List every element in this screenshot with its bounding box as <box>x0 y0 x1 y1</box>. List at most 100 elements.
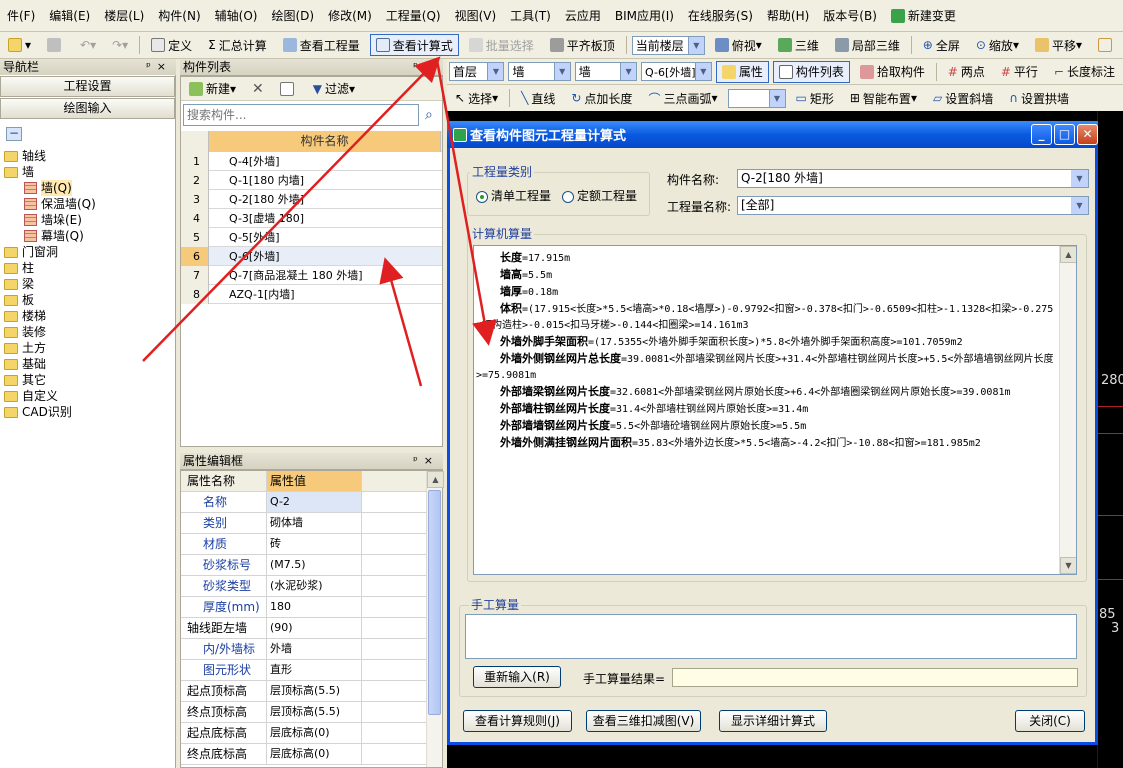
property-value[interactable]: 砖 <box>267 534 362 554</box>
parallel-button[interactable]: # 平行 <box>995 61 1044 83</box>
fullscreen-button[interactable]: ⊕ 全屏 <box>917 34 966 56</box>
panel-controls[interactable]: ᵖ× <box>146 59 176 75</box>
menu-file[interactable]: 件(F) <box>0 0 42 31</box>
search-icon[interactable]: ⌕ <box>425 107 433 123</box>
property-value[interactable]: (90) <box>267 618 362 638</box>
nav-tree-item[interactable]: 装修 <box>0 324 175 340</box>
column-header-name[interactable]: 构件名称 <box>209 130 441 152</box>
property-value[interactable]: 180 <box>267 597 362 617</box>
rotate-button[interactable] <box>1092 34 1121 56</box>
menu-cloud[interactable]: 云应用 <box>558 0 608 31</box>
nav-tree-item[interactable]: 门窗洞 <box>0 244 175 260</box>
property-value[interactable]: 外墙 <box>267 639 362 659</box>
open-button[interactable]: ▾ <box>2 34 37 56</box>
arc-button[interactable]: ⌒ 三点画弧 ▾ <box>642 87 723 109</box>
nav-tree-item[interactable]: 幕墙(Q) <box>0 228 175 244</box>
property-row[interactable]: 类别 砌体墙 <box>181 513 442 534</box>
nav-tree-item[interactable]: 墙 <box>0 164 175 180</box>
nav-tree-item[interactable]: 墙垛(E) <box>0 212 175 228</box>
property-value[interactable]: 层底标高(0) <box>267 744 362 764</box>
property-row[interactable]: 终点顶标高 层顶标高(5.5) <box>181 702 442 723</box>
property-value[interactable]: 砌体墙 <box>267 513 362 533</box>
length-label-button[interactable]: ⌐ 长度标注 <box>1048 61 1121 83</box>
property-value[interactable]: (M7.5) <box>267 555 362 575</box>
panel-controls[interactable]: ᵖ× <box>413 453 443 469</box>
drawing-input-button[interactable]: 绘图输入 <box>0 98 175 119</box>
property-row[interactable]: 图元形状 直形 <box>181 660 442 681</box>
nav-tree-item[interactable]: 梁 <box>0 276 175 292</box>
type-select[interactable]: 墙 ▼ <box>574 62 638 81</box>
pan-button[interactable]: 平移 ▾ <box>1029 34 1088 56</box>
table-row[interactable]: 8 AZQ-1[内墙] <box>181 284 442 304</box>
menu-quantity[interactable]: 工程量(Q) <box>379 0 448 31</box>
view-rules-button[interactable]: 查看计算规则(J) <box>463 710 572 732</box>
component-list-button[interactable]: 构件列表 <box>772 60 850 83</box>
property-row[interactable]: 内/外墙标 外墙 <box>181 639 442 660</box>
property-row[interactable]: 厚度(mm) 180 <box>181 597 442 618</box>
delete-component-button[interactable]: ✕ <box>246 78 270 100</box>
arch-wall-button[interactable]: ∩ 设置拱墙 <box>1003 87 1075 109</box>
nav-tree-item[interactable]: 其它 <box>0 372 175 388</box>
component-name-select[interactable]: Q-2[180 外墙] ▼ <box>737 169 1089 188</box>
minimize-icon[interactable]: _ <box>1031 124 1052 145</box>
radio-quota-quantity[interactable]: 定额工程量 <box>562 187 637 204</box>
menu-aux-axis[interactable]: 辅轴(O) <box>208 0 265 31</box>
copy-component-button[interactable] <box>274 78 303 100</box>
table-row[interactable]: 3 Q-2[180 外墙] <box>181 189 442 209</box>
view-3d-deduction-button[interactable]: 查看三维扣减图(V) <box>586 710 701 732</box>
filter-button[interactable]: ▼ 过滤 ▾ <box>307 78 361 100</box>
nav-tree-item[interactable]: 墙(Q) <box>0 180 175 196</box>
select-button[interactable]: ↖ 选择 ▾ <box>449 87 504 109</box>
maximize-icon[interactable]: □ <box>1054 124 1075 145</box>
property-row[interactable]: 材质砖 <box>181 534 442 555</box>
search-input[interactable] <box>183 104 419 126</box>
close-button[interactable]: 关闭(C) <box>1015 710 1085 732</box>
property-row[interactable]: 起点底标高 层底标高(0) <box>181 723 442 744</box>
nav-tree-item[interactable]: 土方 <box>0 340 175 356</box>
nav-tree-item[interactable]: CAD识别 <box>0 404 175 420</box>
property-row[interactable]: 轴线距左墙 (90) <box>181 618 442 639</box>
collapse-icon[interactable]: − <box>6 127 22 141</box>
radio-list-quantity[interactable]: 清单工程量 <box>476 187 551 204</box>
view-quantity-button[interactable]: 查看工程量 <box>277 34 366 56</box>
redo-button[interactable]: ↷▾ <box>106 34 134 56</box>
property-value[interactable]: 层顶标高(5.5) <box>267 681 362 701</box>
pick-component-button[interactable]: 拾取构件 <box>854 61 931 83</box>
table-row[interactable]: 2 Q-1[180 内墙] <box>181 170 442 190</box>
panel-controls[interactable]: ᵖ× <box>413 59 443 75</box>
reinput-button[interactable]: 重新输入(R) <box>473 666 561 688</box>
table-row[interactable]: 5 Q-5[外墙] <box>181 227 442 247</box>
menu-draw[interactable]: 绘图(D) <box>264 0 321 31</box>
nav-tree-item[interactable]: 基础 <box>0 356 175 372</box>
menu-bim[interactable]: BIM应用(I) <box>608 0 681 31</box>
slope-wall-button[interactable]: ▱ 设置斜墙 <box>927 87 999 109</box>
menu-component[interactable]: 构件(N) <box>151 0 207 31</box>
property-row[interactable]: 终点底标高 层底标高(0) <box>181 744 442 765</box>
component-select[interactable]: Q-6[外墙] ▼ <box>641 62 712 81</box>
table-row[interactable]: 4 Q-3[虚墙 180] <box>181 208 442 228</box>
scroll-up-icon[interactable]: ▲ <box>427 471 444 488</box>
nav-tree-item[interactable]: 保温墙(Q) <box>0 196 175 212</box>
draw-mode-select[interactable]: ▼ <box>727 88 786 108</box>
scroll-up-icon[interactable]: ▲ <box>1060 246 1076 263</box>
flush-slab-button[interactable]: 平齐板顶 <box>544 34 621 56</box>
zoom-button[interactable]: ⊙ 缩放 ▾ <box>970 34 1025 56</box>
menu-view[interactable]: 视图(V) <box>448 0 504 31</box>
save-button[interactable] <box>41 34 70 56</box>
nav-tree-item[interactable]: 板 <box>0 292 175 308</box>
view-formula-button[interactable]: 查看计算式 <box>369 34 459 56</box>
menu-online[interactable]: 在线服务(S) <box>681 0 760 31</box>
point-extend-button[interactable]: ↻ 点加长度 <box>565 87 638 109</box>
close-icon[interactable]: ✕ <box>1077 124 1098 145</box>
project-settings-button[interactable]: 工程设置 <box>0 76 175 97</box>
table-row[interactable]: 7 Q-7[商品混凝土 180 外墙] <box>181 265 442 285</box>
define-button[interactable]: 定义 <box>145 34 198 56</box>
top-view-button[interactable]: 俯视 ▾ <box>709 34 768 56</box>
manual-result-field[interactable] <box>672 668 1078 687</box>
menu-modify[interactable]: 修改(M) <box>321 0 379 31</box>
dialog-titlebar[interactable]: 查看构件图元工程量计算式 _ □ ✕ <box>447 121 1098 148</box>
property-row[interactable]: 砂浆类型 (水泥砂浆) <box>181 576 442 597</box>
attributes-button[interactable]: 属性 <box>715 60 769 83</box>
table-row[interactable]: 6 Q-6[外墙] <box>181 246 442 266</box>
nav-tree-item[interactable]: 柱 <box>0 260 175 276</box>
